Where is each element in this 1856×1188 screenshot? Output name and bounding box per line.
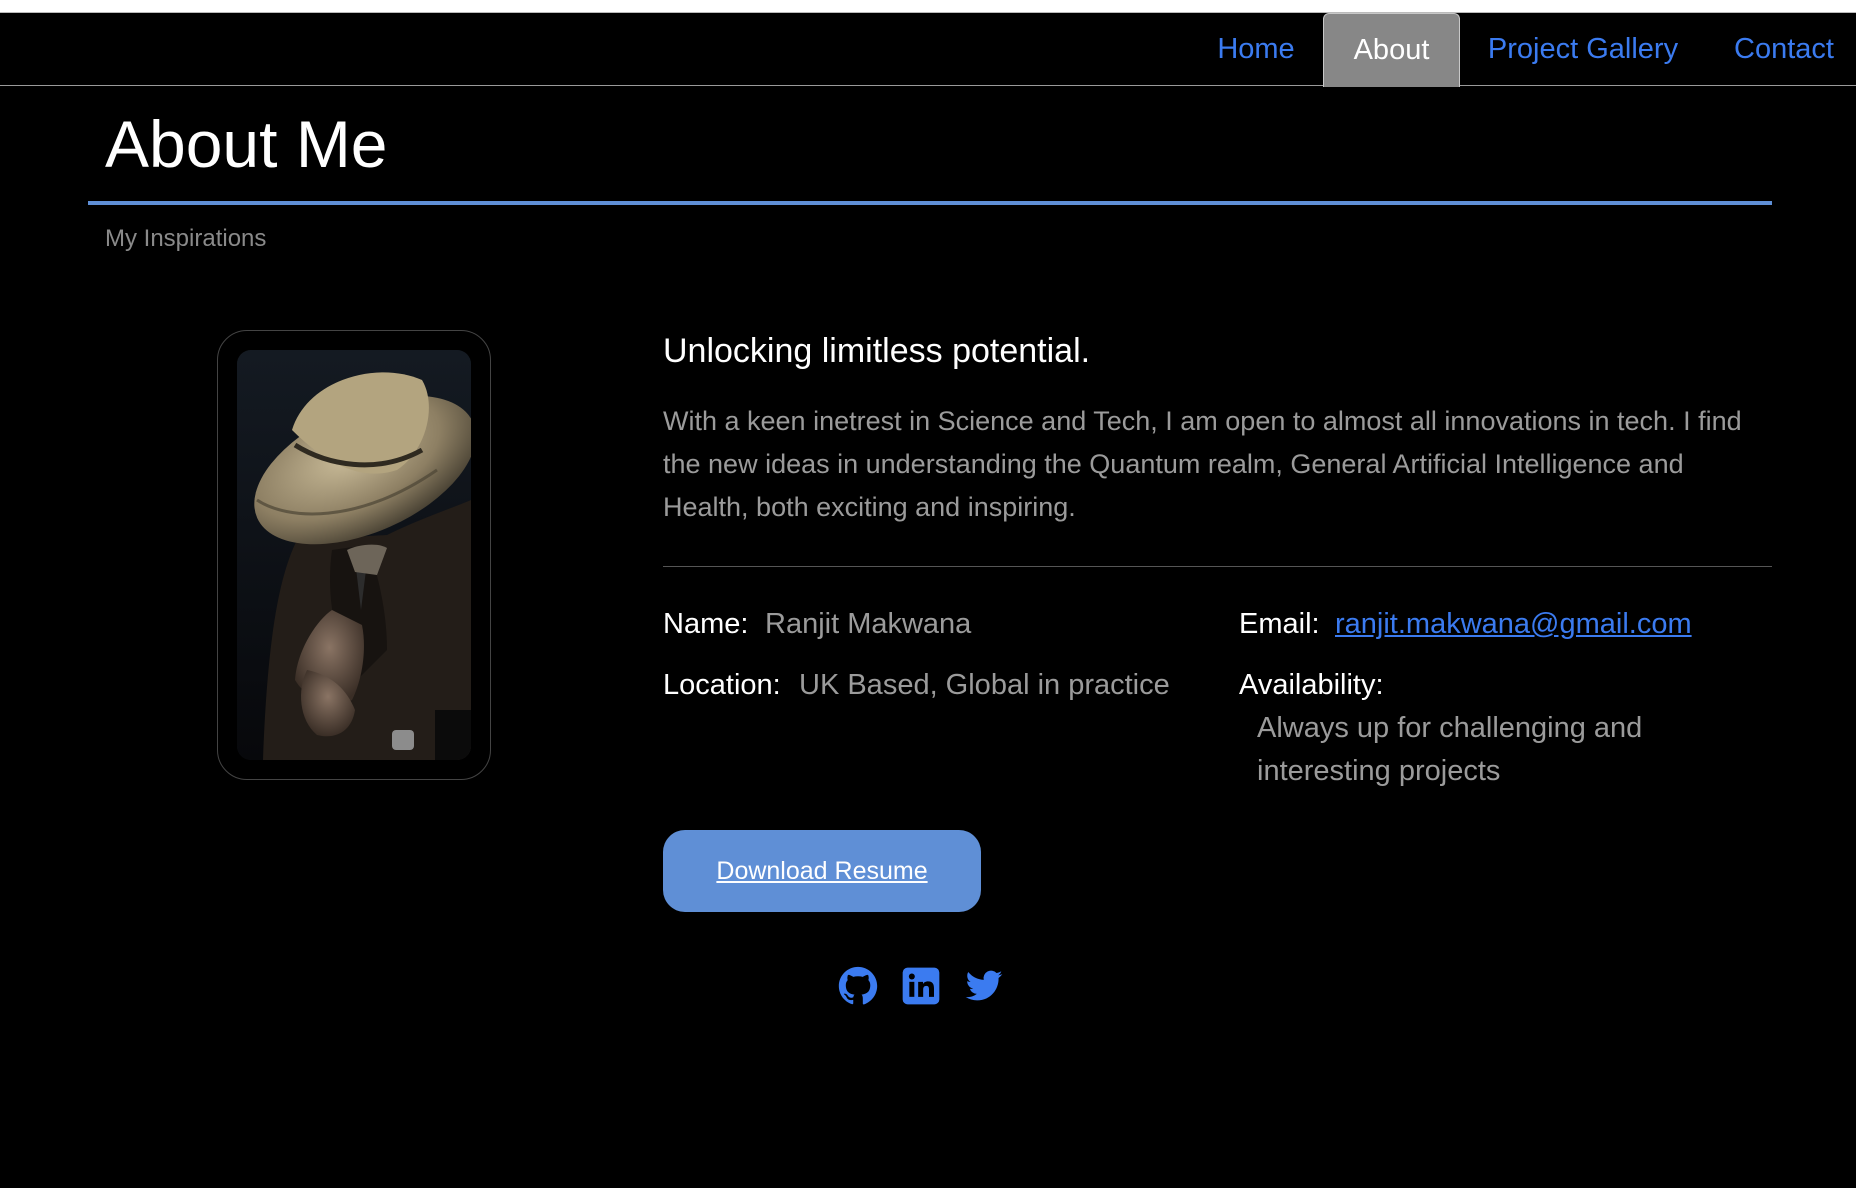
availability-value-line1: Always up for challenging and bbox=[1257, 712, 1643, 744]
profile-photo-illustration bbox=[237, 350, 471, 760]
location-value: UK Based, Global in practice bbox=[799, 669, 1170, 701]
availability-value-line2: interesting projects bbox=[1257, 755, 1501, 787]
github-icon-glyph bbox=[838, 966, 878, 1005]
email-label: Email: bbox=[1239, 608, 1320, 640]
profile-photo-frame bbox=[217, 330, 491, 780]
github-icon[interactable] bbox=[838, 966, 878, 1006]
about-bio: With a keen inetrest in Science and Tech… bbox=[663, 406, 1742, 522]
about-headline: Unlocking limitless potential. bbox=[663, 332, 1091, 370]
nav-item-about[interactable]: About bbox=[1323, 13, 1460, 87]
nav-item-contact[interactable]: Contact bbox=[1724, 13, 1844, 86]
location-label: Location: bbox=[663, 669, 781, 701]
availability-label: Availability: bbox=[1239, 669, 1384, 701]
linkedin-icon-glyph bbox=[902, 967, 940, 1005]
title-underline bbox=[88, 201, 1772, 205]
top-navbar: Home About Project Gallery Contact bbox=[0, 13, 1856, 87]
section-divider bbox=[663, 566, 1772, 567]
profile-photo bbox=[237, 350, 471, 760]
page-subtitle: My Inspirations bbox=[105, 225, 267, 252]
linkedin-icon[interactable] bbox=[901, 966, 941, 1006]
download-resume-button[interactable]: Download Resume bbox=[663, 830, 981, 912]
name-value: Ranjit Makwana bbox=[765, 608, 972, 640]
name-label: Name: bbox=[663, 608, 749, 640]
nav-item-home[interactable]: Home bbox=[1200, 13, 1312, 86]
nav-item-project-gallery[interactable]: Project Gallery bbox=[1478, 13, 1688, 86]
twitter-icon[interactable] bbox=[964, 966, 1004, 1006]
page-title: About Me bbox=[105, 107, 388, 181]
twitter-icon-glyph bbox=[965, 970, 1003, 1001]
email-link[interactable]: ranjit.makwana@gmail.com bbox=[1335, 606, 1692, 642]
browser-top-strip bbox=[0, 0, 1856, 13]
